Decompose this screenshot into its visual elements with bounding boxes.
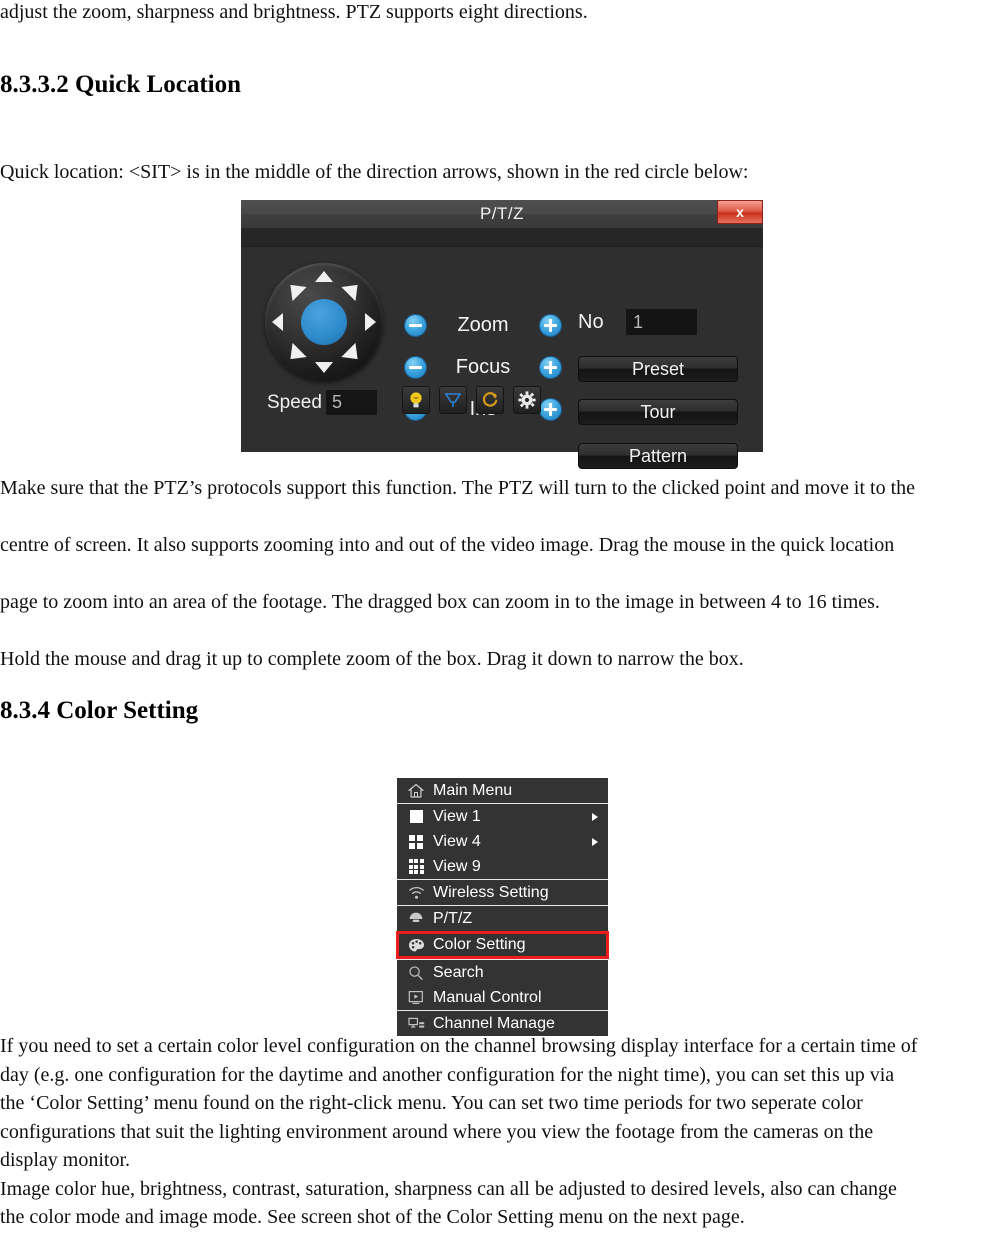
joystick-up-right-icon[interactable] <box>341 277 365 302</box>
menu-group-main: Main Menu <box>397 778 608 804</box>
paragraph-continued-line: adjust the zoom, sharpness and brightnes… <box>0 1 588 23</box>
submenu-chevron-right-icon <box>592 812 598 821</box>
speed-input[interactable]: 5 <box>325 390 377 415</box>
focus-label: Focus <box>455 356 511 378</box>
preset-button[interactable]: Preset <box>578 356 738 382</box>
menu-item-label: View 1 <box>433 807 481 825</box>
menu-item-label: Color Setting <box>433 936 526 953</box>
speed-control: Speed 5 <box>267 390 377 415</box>
menu-group-views: View 1 View 4 View 9 <box>397 804 608 880</box>
submenu-chevron-right-icon <box>592 837 598 846</box>
quick-location-lead-text: Quick location: <SIT> is in the middle o… <box>0 161 749 183</box>
joystick-left-icon[interactable] <box>272 313 283 331</box>
color-setting-line-3: the ‘Color Setting’ menu found on the ri… <box>0 1092 863 1114</box>
no-input[interactable]: 1 <box>626 309 697 335</box>
joystick-down-icon[interactable] <box>315 362 333 373</box>
ptz-adjust-group: Zoom Focus Iris <box>404 311 562 437</box>
menu-group-wireless: Wireless Setting <box>397 880 608 906</box>
joystick-up-icon[interactable] <box>315 271 333 282</box>
ptz-aux-icon-strip <box>402 386 541 414</box>
menu-item-label: View 9 <box>433 857 481 875</box>
zoom-label: Zoom <box>457 314 509 336</box>
joystick-up-left-icon[interactable] <box>283 277 307 302</box>
menu-item-main-menu[interactable]: Main Menu <box>397 778 608 803</box>
joystick-down-right-icon[interactable] <box>341 342 365 367</box>
home-icon <box>406 781 426 801</box>
close-icon[interactable]: x <box>717 200 763 224</box>
menu-item-color-setting[interactable]: Color Setting <box>396 931 609 959</box>
menu-item-label: Manual Control <box>433 988 542 1006</box>
color-setting-line-5: display monitor. <box>0 1149 130 1171</box>
joystick-down-left-icon[interactable] <box>283 342 307 367</box>
search-icon <box>406 963 426 983</box>
menu-item-ptz[interactable]: P/T/Z <box>397 906 608 931</box>
joystick-center-sit-button[interactable] <box>301 299 347 345</box>
right-click-context-menu: Main Menu View 1 View 4 View 9 Wireless … <box>396 778 609 1036</box>
focus-minus-button[interactable] <box>404 356 427 379</box>
zoom-minus-button[interactable] <box>404 314 427 337</box>
menu-item-view-9[interactable]: View 9 <box>397 854 608 879</box>
menu-group-ptz-color: P/T/Z Color Setting <box>396 906 609 960</box>
ptz-title: P/T/Z <box>479 204 525 223</box>
dome-camera-icon <box>406 909 426 929</box>
menu-item-label: Channel Manage <box>433 1014 555 1032</box>
zoom-row: Zoom <box>404 311 562 353</box>
iris-plus-button[interactable] <box>539 398 562 421</box>
menu-item-label: View 4 <box>433 832 481 850</box>
auto-rotate-icon[interactable] <box>476 386 504 414</box>
wifi-icon <box>406 883 426 903</box>
ptz-body: Speed 5 Zoom Focus Iris <box>241 247 763 469</box>
preset-number-field: No 1 <box>578 309 697 335</box>
tour-button[interactable]: Tour <box>578 399 738 425</box>
ptz-subbar <box>241 229 763 247</box>
menu-item-view-1[interactable]: View 1 <box>397 804 608 829</box>
color-setting-line-2: day (e.g. one configuration for the dayt… <box>0 1063 895 1086</box>
color-setting-line-4: configurations that suit the lighting en… <box>0 1120 874 1143</box>
color-setting-line-1: If you need to set a certain color level… <box>0 1035 918 1057</box>
color-setting-line-7: the color mode and image mode. See scree… <box>0 1206 745 1228</box>
view-9-icon <box>406 857 426 877</box>
wiper-icon[interactable] <box>439 386 467 414</box>
menu-item-label: Main Menu <box>433 781 513 799</box>
no-label: No <box>578 310 604 333</box>
menu-group-search-manual: Search Manual Control <box>397 960 608 1011</box>
view-1-icon <box>406 807 426 827</box>
heading-color-setting: 8.3.4 Color Setting <box>0 697 199 724</box>
color-setting-description-paragraph: If you need to set a certain color level… <box>0 1032 1005 1232</box>
menu-item-label: P/T/Z <box>433 909 473 927</box>
ptz-description-line-2: centre of screen. It also supports zoomi… <box>0 534 895 556</box>
joystick-right-icon[interactable] <box>365 313 376 331</box>
document-page: adjust the zoom, sharpness and brightnes… <box>0 0 1005 1254</box>
menu-item-wireless-setting[interactable]: Wireless Setting <box>397 880 608 905</box>
ptz-dialog: P/T/Z x Speed 5 Zoom Focus No 1 Preset T… <box>241 200 763 469</box>
ptz-description-line-3: page to zoom into an area of the footage… <box>0 591 880 613</box>
menu-item-manual-control[interactable]: Manual Control <box>397 985 608 1010</box>
speed-label: Speed <box>267 391 322 413</box>
menu-item-label: Wireless Setting <box>433 883 549 901</box>
ptz-description-line-4: Hold the mouse and drag it up to complet… <box>0 648 744 670</box>
focus-plus-button[interactable] <box>539 356 562 379</box>
zoom-plus-button[interactable] <box>539 314 562 337</box>
channel-manage-icon <box>406 1014 426 1034</box>
view-4-icon <box>406 832 426 852</box>
ptz-titlebar: P/T/Z x <box>241 200 763 229</box>
color-setting-line-6: Image color hue, brightness, contrast, s… <box>0 1177 897 1200</box>
ptz-description-line-1: Make sure that the PTZ’s protocols suppo… <box>0 477 916 499</box>
menu-item-label: Search <box>433 963 484 981</box>
light-bulb-icon[interactable] <box>402 386 430 414</box>
ptz-joystick[interactable] <box>265 263 383 381</box>
gear-icon[interactable] <box>513 386 541 414</box>
manual-control-icon <box>406 988 426 1008</box>
palette-icon <box>406 935 426 955</box>
menu-item-search[interactable]: Search <box>397 960 608 985</box>
heading-quick-location: 8.3.3.2 Quick Location <box>0 71 241 98</box>
menu-item-view-4[interactable]: View 4 <box>397 829 608 854</box>
ptz-description-paragraph: Make sure that the PTZ’s protocols suppo… <box>0 460 1005 688</box>
